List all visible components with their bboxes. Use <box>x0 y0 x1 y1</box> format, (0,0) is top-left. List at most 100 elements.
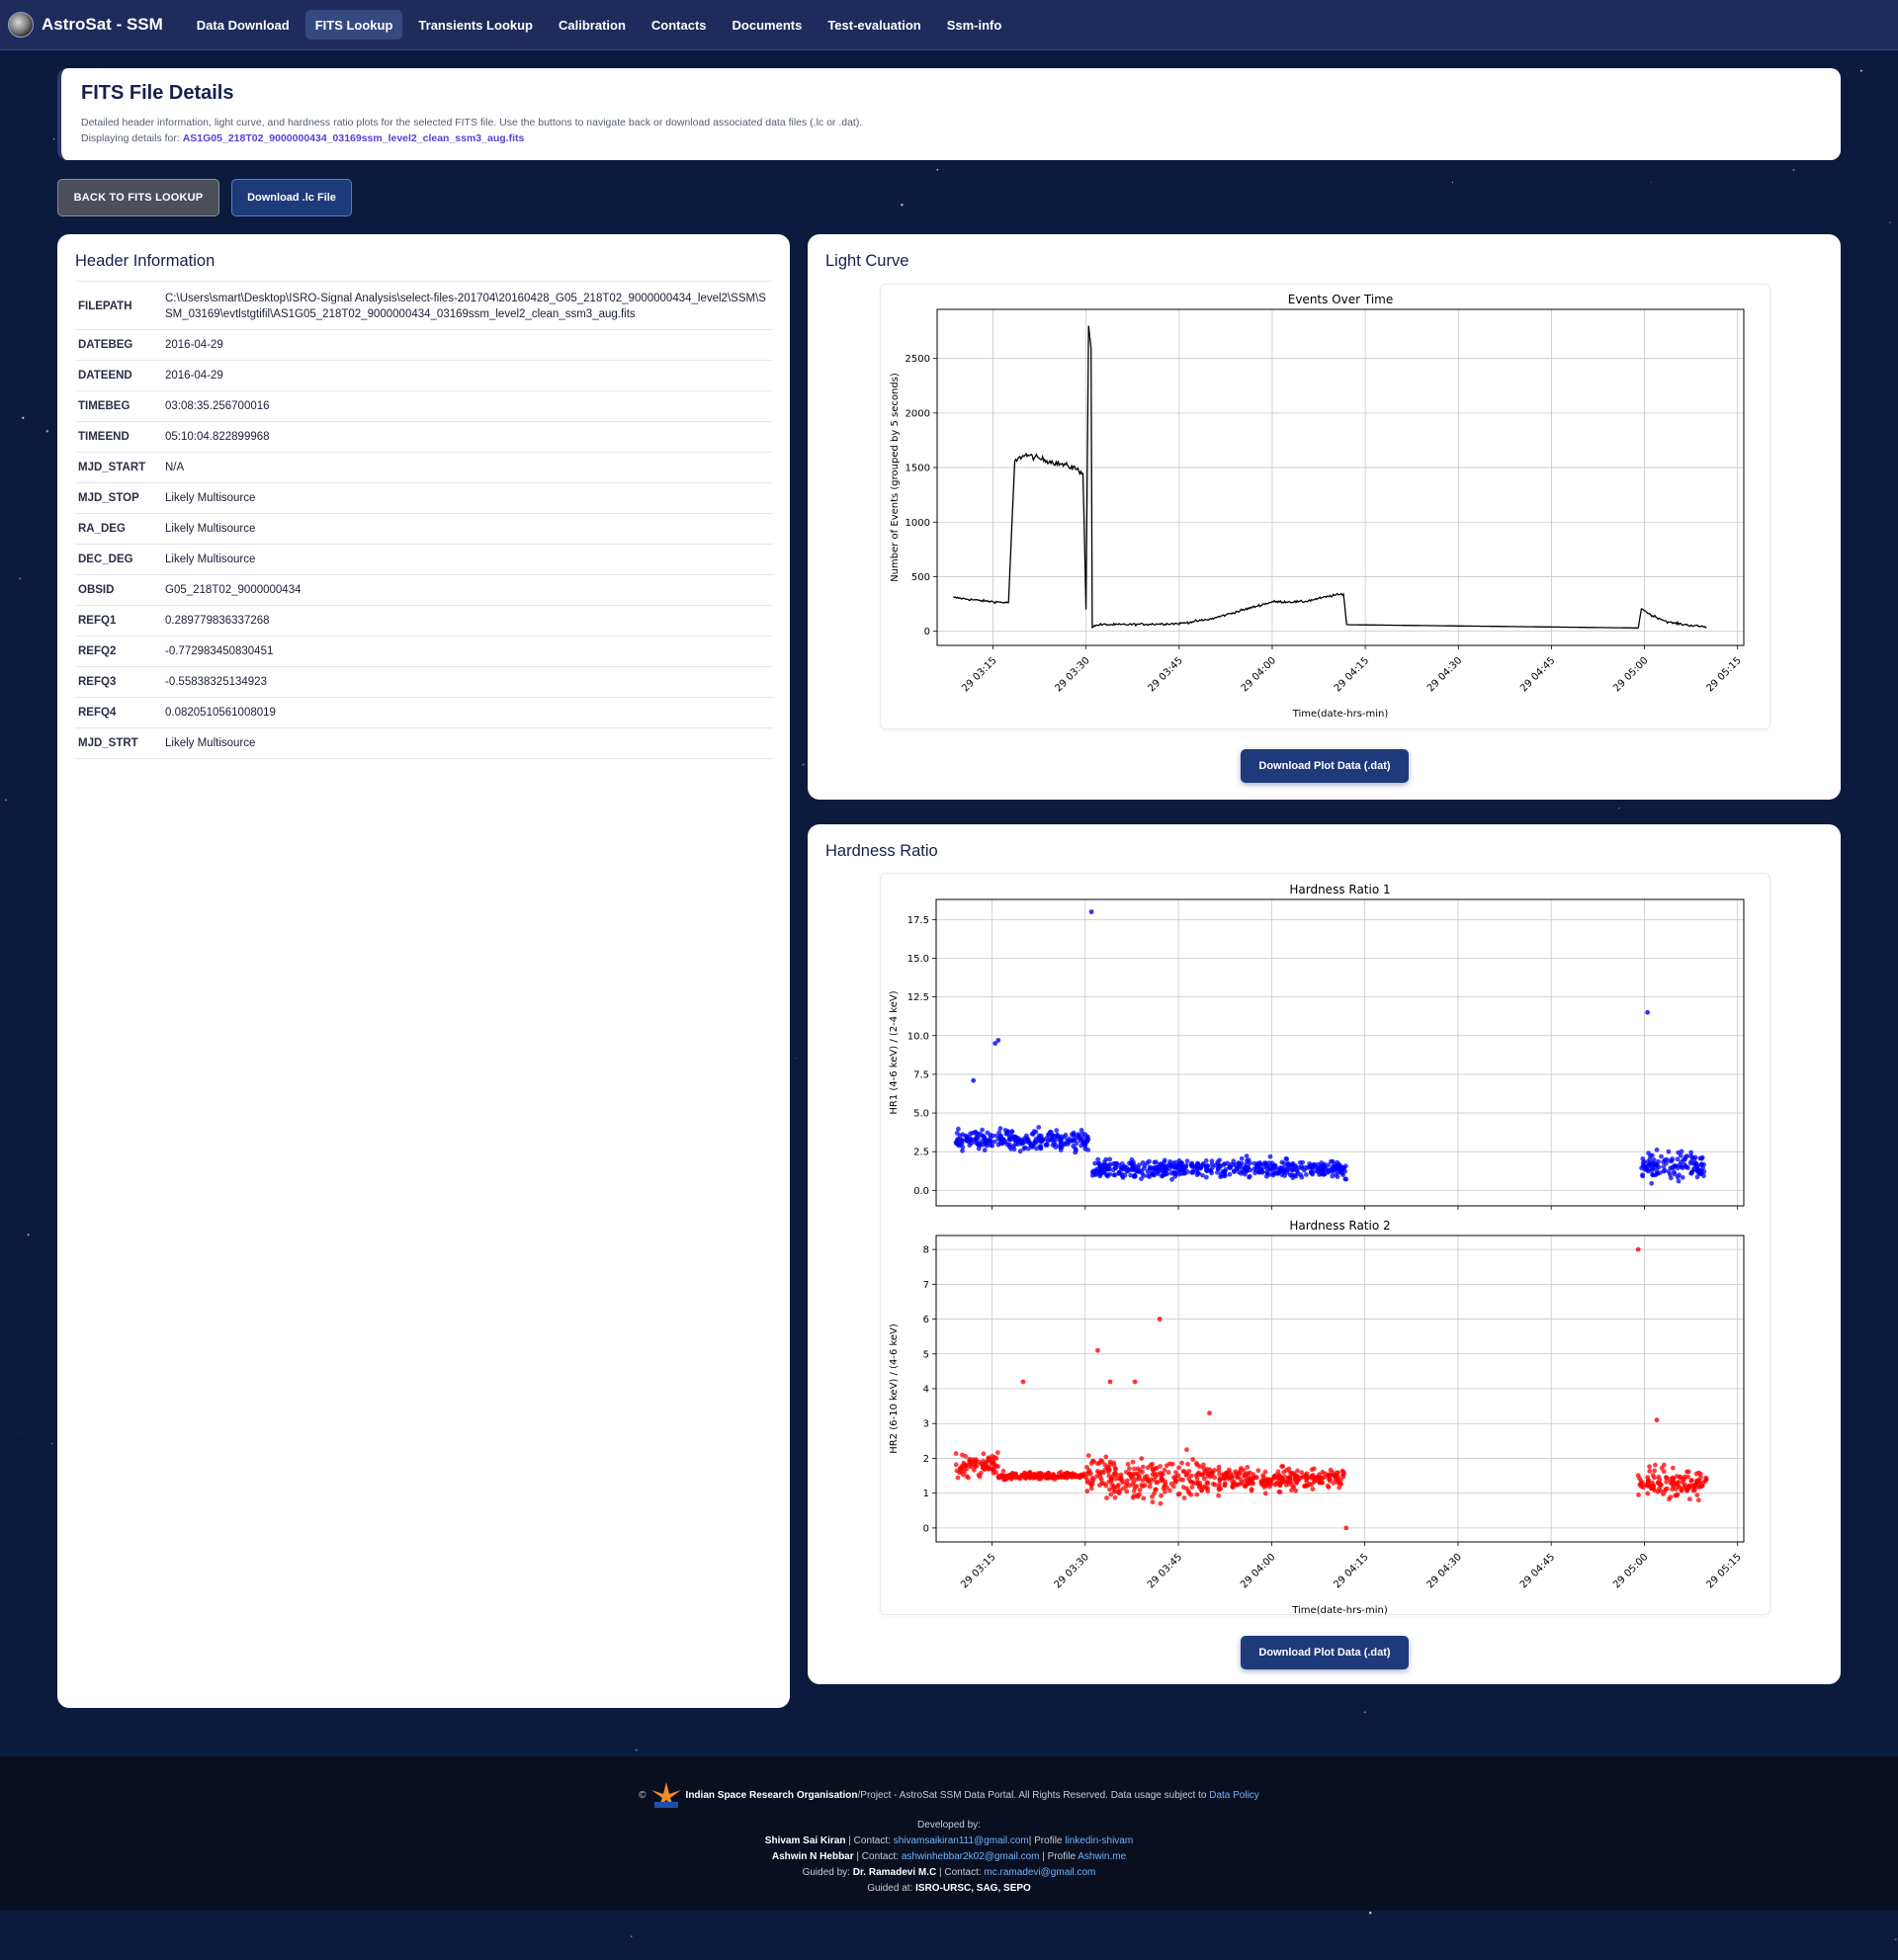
header-key: DATEEND <box>75 360 162 391</box>
x-tick-label: 29 04:00 <box>1240 655 1278 694</box>
data-point <box>1102 1159 1107 1165</box>
data-point <box>1331 1166 1337 1172</box>
data-point <box>1207 1467 1213 1473</box>
data-point <box>1264 1165 1270 1171</box>
developer-1-profile-link[interactable]: linkedin-shivam <box>1065 1835 1133 1846</box>
header-row-mjd_stop: MJD_STOP Likely Multisource <box>75 482 773 514</box>
data-point <box>996 1130 1002 1136</box>
star <box>19 577 22 580</box>
nav-item-fits-lookup[interactable]: FITS Lookup <box>304 10 403 40</box>
data-point <box>1183 1164 1189 1169</box>
data-point <box>1055 1133 1060 1139</box>
nav-item-test-evaluation[interactable]: Test-evaluation <box>818 10 930 40</box>
data-point <box>1227 1164 1233 1170</box>
brand[interactable]: AstroSat - SSM <box>8 12 163 38</box>
data-point <box>1084 1489 1090 1494</box>
data-point <box>1116 1171 1122 1176</box>
data-point <box>1164 1463 1169 1469</box>
back-to-fits-lookup-button[interactable]: BACK TO FITS LOOKUP <box>57 179 219 216</box>
x-tick-label: 29 04:30 <box>1425 1552 1464 1590</box>
light-curve-series-3 <box>1346 624 1639 629</box>
data-point <box>1131 1164 1136 1170</box>
data-point <box>1243 1171 1248 1177</box>
data-point <box>1048 1129 1053 1135</box>
star <box>22 416 25 419</box>
data-point <box>1258 1166 1263 1172</box>
data-point <box>1158 1500 1164 1506</box>
data-policy-link[interactable]: Data Policy <box>1209 1790 1259 1801</box>
data-point <box>1162 1159 1166 1165</box>
data-point <box>1259 1478 1265 1484</box>
data-point <box>1135 1466 1141 1472</box>
data-point <box>1142 1475 1148 1480</box>
x-tick-label: 29 04:45 <box>1518 655 1557 694</box>
data-point <box>1696 1470 1701 1476</box>
hardness-ratio-download-plot-button[interactable]: Download Plot Data (.dat) <box>1241 1636 1409 1669</box>
data-point <box>1691 1161 1697 1166</box>
data-point <box>1185 1461 1190 1467</box>
data-point <box>1150 1467 1156 1473</box>
data-point <box>1227 1171 1233 1177</box>
y-tick-label: 17.5 <box>907 915 929 926</box>
data-point <box>1337 1481 1342 1486</box>
x-tick-label: 29 03:30 <box>1053 1552 1091 1590</box>
nav-item-contacts[interactable]: Contacts <box>642 10 717 40</box>
data-point <box>1696 1497 1701 1503</box>
download-lc-file-button[interactable]: Download .lc File <box>231 179 352 216</box>
hardness-ratio-card: Hardness Ratio Hardness Ratio 1 0.0 2.5 5.0… <box>808 824 1841 1684</box>
data-point <box>1189 1485 1195 1490</box>
data-point <box>1136 1168 1142 1174</box>
header-row-refq2: REFQ2 -0.772983450830451 <box>75 636 773 667</box>
data-point <box>1002 1139 1008 1145</box>
data-point <box>1268 1167 1274 1172</box>
developer-2-email-link[interactable]: ashwinhebbar2k02@gmail.com <box>902 1851 1040 1862</box>
y-tick-label: 2500 <box>906 354 930 365</box>
nav-item-documents[interactable]: Documents <box>723 10 813 40</box>
data-point <box>1159 1173 1165 1179</box>
data-point <box>1107 1487 1112 1492</box>
chart-1-axes: Hardness Ratio 1 0.0 2.5 5.0 7.5 10.0 12.5 15.0… <box>889 883 1745 1210</box>
developer-1-email-link[interactable]: shivamsaikiran111@gmail.com <box>894 1835 1029 1846</box>
data-point <box>1185 1489 1191 1493</box>
star <box>27 1234 30 1236</box>
data-point <box>1027 1470 1032 1476</box>
data-point <box>972 1462 978 1468</box>
header-information-card: Header Information FILEPATH C:\Users\smar… <box>57 234 790 1708</box>
data-point <box>960 1148 965 1153</box>
data-point <box>1051 1140 1057 1145</box>
data-point <box>1298 1172 1304 1178</box>
nav-item-transients-lookup[interactable]: Transients Lookup <box>408 10 543 40</box>
data-point <box>1684 1469 1689 1475</box>
nav-item-ssm-info[interactable]: Ssm-info <box>937 10 1012 40</box>
data-point <box>1691 1483 1697 1488</box>
data-point <box>1647 1156 1653 1162</box>
data-point <box>1180 1485 1186 1491</box>
data-point <box>1659 1153 1664 1159</box>
data-point <box>1025 1138 1031 1144</box>
data-point <box>1291 1166 1297 1172</box>
data-point <box>1321 1169 1326 1175</box>
data-point <box>1702 1479 1708 1485</box>
x-tick-label: 29 03:45 <box>1146 1552 1184 1590</box>
star <box>936 168 939 171</box>
data-point <box>1015 1142 1021 1147</box>
header-value: Likely Multisource <box>162 513 773 545</box>
data-point <box>1677 1162 1682 1167</box>
light-curve-download-plot-button[interactable]: Download Plot Data (.dat) <box>1241 749 1409 783</box>
data-point <box>1189 1480 1194 1485</box>
data-point <box>1089 1481 1095 1487</box>
data-point <box>1188 1491 1194 1497</box>
header-value: Likely Multisource <box>162 544 773 575</box>
nav-item-calibration[interactable]: Calibration <box>549 10 636 40</box>
outlier-point <box>995 1038 1001 1043</box>
guided-at-value: ISRO-URSC, SAG, SEPO <box>915 1883 1031 1894</box>
y-axis-label: HR2 (6-10 keV) / (4-6 keV) <box>889 1323 900 1454</box>
header-row-filepath: FILEPATH C:\Users\smart\Desktop\ISRO-Sign… <box>75 284 773 330</box>
star <box>1650 181 1652 183</box>
guide-email-link[interactable]: mc.ramadevi@gmail.com <box>984 1867 1095 1878</box>
data-point <box>1329 1158 1334 1164</box>
data-point <box>1139 1483 1145 1488</box>
developer-2-profile-link[interactable]: Ashwin.me <box>1078 1851 1126 1862</box>
nav-item-data-download[interactable]: Data Download <box>187 10 300 40</box>
data-point <box>1216 1492 1221 1498</box>
